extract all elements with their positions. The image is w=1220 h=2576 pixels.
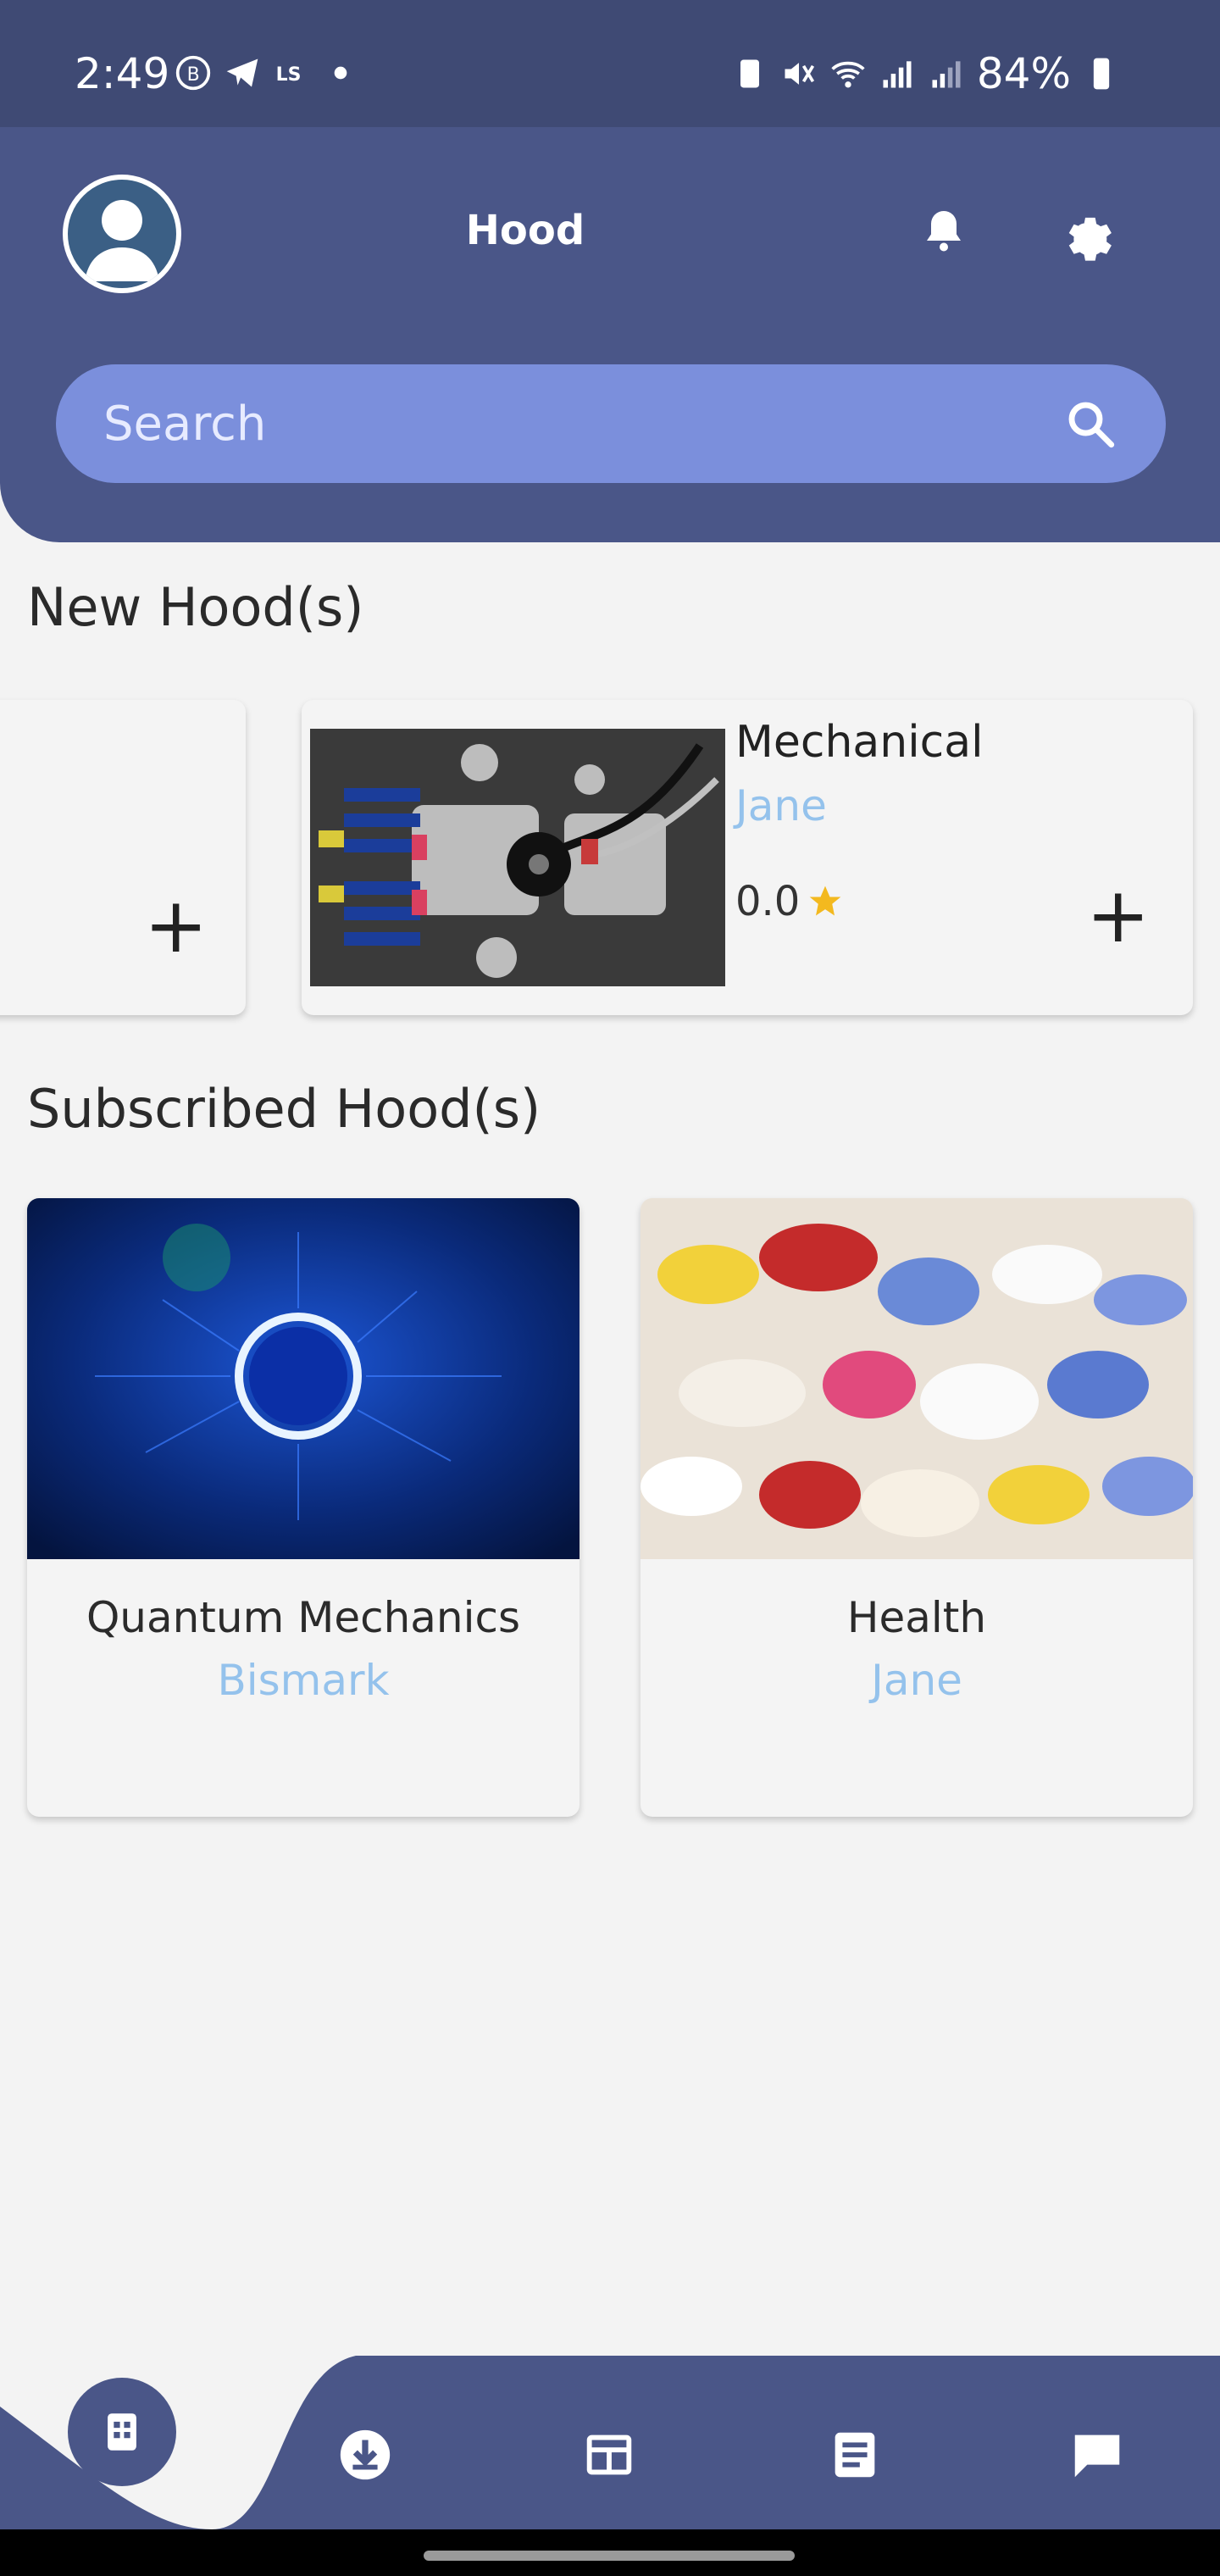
subscribed-hood-card[interactable]: Health Jane	[640, 1198, 1193, 1817]
wifi-icon	[831, 61, 865, 88]
home-indicator[interactable]	[424, 2551, 795, 2561]
svg-text:LS: LS	[276, 64, 302, 86]
hood-rating: 0.0	[735, 878, 844, 925]
telegram-icon	[226, 58, 258, 87]
battery-icon	[1093, 58, 1110, 90]
battery-percent: 84%	[976, 49, 1071, 98]
new-hood-card[interactable]: Mechanical Jane 0.0 +	[302, 700, 1193, 1015]
building-icon	[108, 2413, 136, 2451]
app-header: Hood	[0, 127, 1220, 542]
hood-author[interactable]: Jane	[640, 1656, 1193, 1705]
hood-image	[27, 1198, 580, 1559]
new-hoods-title: New Hood(s)	[27, 576, 364, 638]
search-bar[interactable]	[56, 364, 1166, 483]
home-tab-button[interactable]	[68, 2378, 176, 2486]
search-input[interactable]	[103, 396, 1062, 452]
document-icon[interactable]	[825, 2425, 884, 2484]
signal-icon-2	[932, 61, 961, 88]
hood-author[interactable]: Bismark	[27, 1656, 580, 1705]
star-icon	[810, 886, 841, 916]
subscribed-hoods-title: Subscribed Hood(s)	[27, 1078, 541, 1140]
svg-text:B: B	[187, 64, 200, 86]
hood-author[interactable]: Jane	[735, 781, 827, 830]
mute-icon	[785, 63, 814, 85]
battery-saver-icon	[740, 59, 759, 88]
bereal-icon: B	[175, 55, 211, 91]
subscribed-hood-card[interactable]: Quantum Mechanics Bismark	[27, 1198, 580, 1817]
search-icon[interactable]	[1062, 396, 1118, 452]
bell-icon[interactable]	[918, 205, 969, 259]
dot-icon	[334, 66, 347, 80]
status-time: 2:49	[75, 49, 170, 98]
new-hood-card-partial[interactable]: +	[0, 700, 246, 1015]
ls-icon: LS	[276, 64, 302, 86]
download-icon[interactable]	[336, 2425, 395, 2484]
hood-image	[640, 1198, 1193, 1559]
hood-image	[310, 729, 725, 986]
page-title: Hood	[465, 207, 585, 254]
hood-title: Mechanical	[735, 717, 984, 768]
dashboard-icon[interactable]	[580, 2425, 639, 2484]
signal-icon	[883, 61, 912, 88]
status-right: 84%	[731, 49, 1120, 98]
gear-icon[interactable]	[1056, 203, 1115, 263]
hood-title: Quantum Mechanics	[86, 1593, 521, 1642]
add-icon[interactable]: +	[144, 888, 208, 964]
chat-icon[interactable]	[1068, 2425, 1127, 2484]
status-bar: 2:49 B LS 84%	[0, 0, 1220, 127]
add-icon[interactable]: +	[1086, 878, 1150, 954]
rating-value: 0.0	[735, 878, 801, 925]
hood-title: Health	[846, 1593, 987, 1642]
status-left-icons: B LS	[175, 54, 359, 92]
